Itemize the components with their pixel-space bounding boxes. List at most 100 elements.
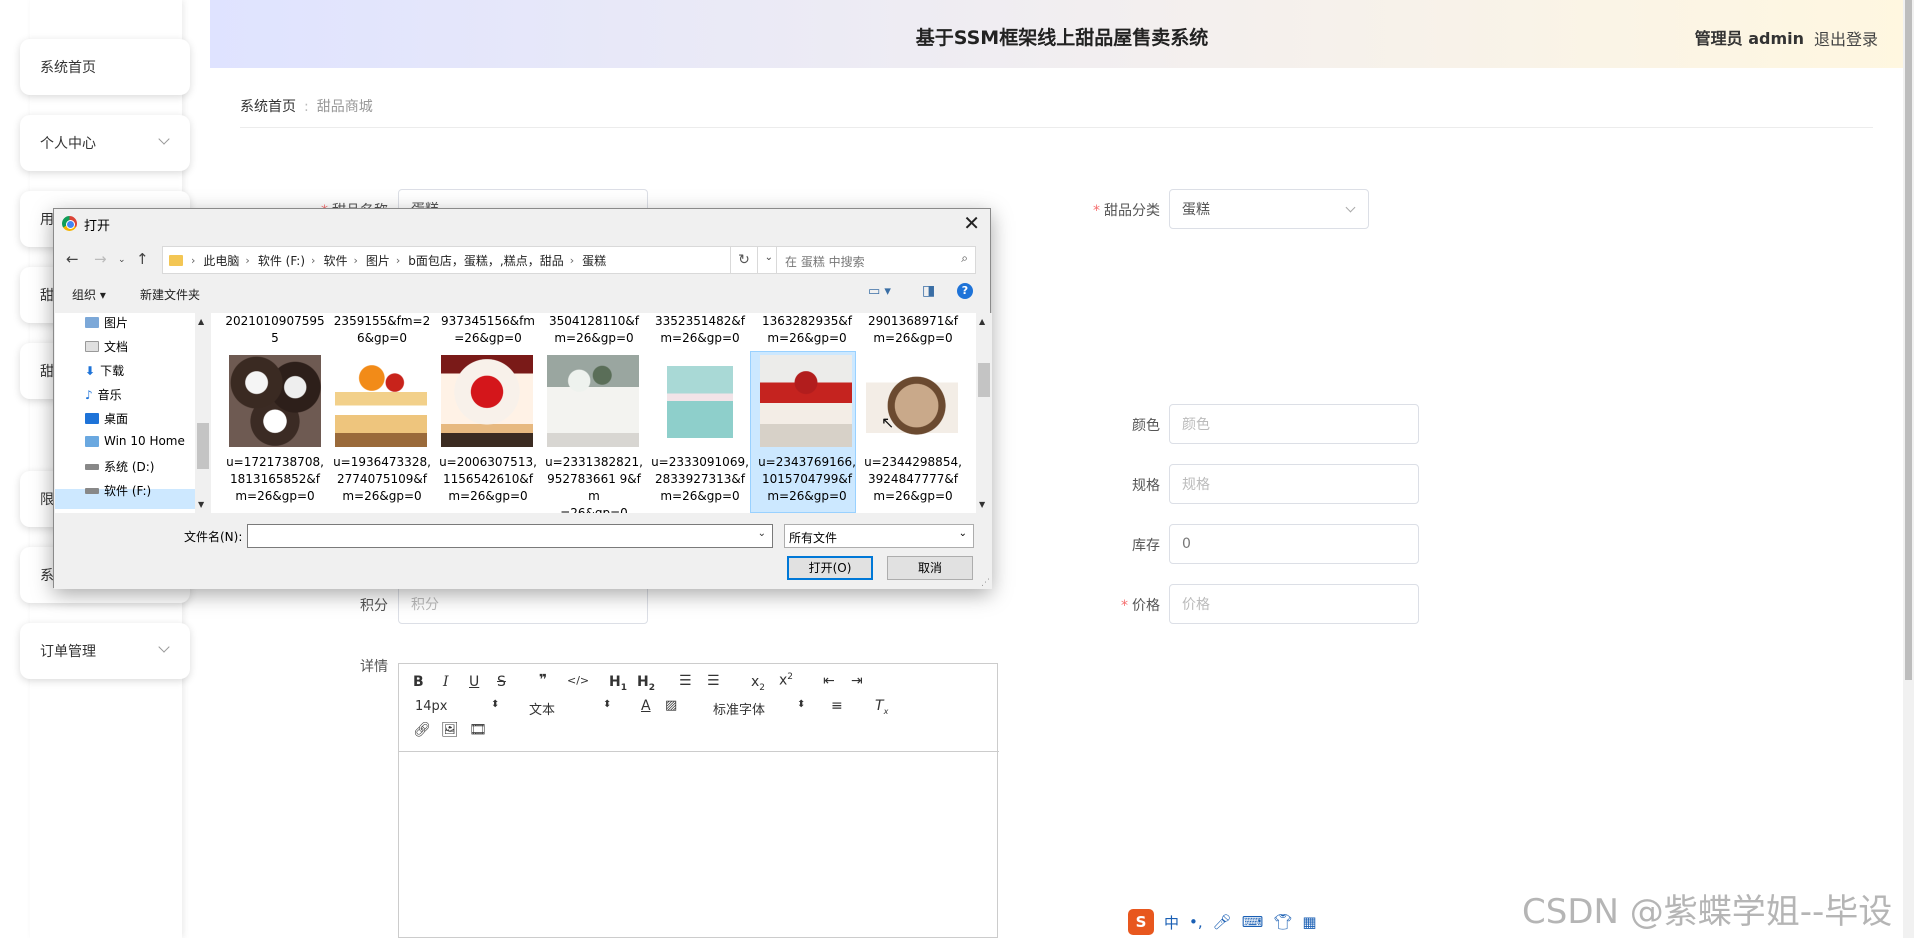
file-name[interactable]: u=2333091069, 2833927313&f m=26&gp=0: [648, 454, 752, 505]
image-icon[interactable]: 🖼︎: [441, 722, 459, 738]
rich-text-editor[interactable]: B I U S ❞ </> H1 H2 ☰ ☰ x2 x2 ⇤ ⇥ 14px ⬍…: [398, 663, 999, 938]
ordered-list-icon[interactable]: ☰: [679, 673, 692, 689]
file-name[interactable]: 3504128110&f m=26&gp=0: [542, 313, 646, 347]
font-family-select[interactable]: 标准字体: [713, 699, 765, 718]
back-icon[interactable]: ←: [66, 250, 79, 268]
outdent-icon[interactable]: ⇤: [823, 673, 835, 689]
tree-item-pictures[interactable]: 图片: [85, 314, 128, 331]
help-icon[interactable]: ?: [957, 283, 973, 299]
path-crumb[interactable]: 软件: [323, 252, 347, 269]
thumbnail-red-box-cake[interactable]: [760, 355, 852, 447]
file-name[interactable]: u=2006307513, 1156542610&f m=26&gp=0: [436, 454, 540, 505]
link-icon[interactable]: 🔗︎: [413, 722, 431, 738]
path-crumb[interactable]: b面包店，蛋糕，,糕点，甜品: [408, 252, 563, 269]
tree-item-documents[interactable]: 文档: [85, 338, 128, 355]
sidebar-item-orders[interactable]: 订单管理: [20, 623, 190, 679]
subscript-icon[interactable]: x2: [751, 674, 765, 693]
code-icon[interactable]: </>: [567, 674, 589, 687]
preview-pane-icon[interactable]: ◨: [922, 283, 935, 299]
ime-toolbar[interactable]: S 中 •, 🎤︎ ⌨ 👕︎ ▦: [1128, 908, 1317, 936]
up-icon[interactable]: ↑: [136, 250, 149, 268]
strike-icon[interactable]: S: [497, 674, 506, 690]
page-scrollbar[interactable]: [1903, 0, 1914, 938]
italic-icon[interactable]: I: [443, 674, 449, 690]
file-name[interactable]: u=1721738708, 1813165852&f m=26&gp=0: [223, 454, 327, 505]
ime-lang[interactable]: 中: [1164, 912, 1179, 933]
video-icon[interactable]: 🎞︎: [469, 722, 487, 738]
price-input[interactable]: 价格: [1169, 584, 1419, 624]
dialog-search-input[interactable]: 在 蛋糕 中搜索 ⌕: [776, 246, 976, 274]
thumbnail-pastel-tier-cake[interactable]: [654, 355, 746, 447]
thumbnail-fruit-sponge-cake[interactable]: [335, 355, 427, 447]
thumbnail-chestnut-roll[interactable]: [866, 355, 958, 447]
skin-icon[interactable]: 👕︎: [1273, 913, 1292, 931]
address-bar[interactable]: › 此电脑 › 软件 (F:) › 软件 › 图片 › b面包店，蛋糕，,糕点，甜品 › …: [162, 246, 782, 274]
thumbnail-white-flower-cake[interactable]: [547, 355, 639, 447]
forward-icon[interactable]: →: [94, 250, 107, 268]
file-name[interactable]: 937345156&fm =26&gp=0: [436, 313, 540, 347]
microphone-icon[interactable]: 🎤︎: [1213, 913, 1232, 931]
page-scrollbar-thumb[interactable]: [1905, 0, 1912, 680]
color-input[interactable]: 颜色: [1169, 404, 1419, 444]
cancel-button[interactable]: 取消: [887, 556, 973, 580]
file-name[interactable]: u=2343769166, 1015704799&f m=26&gp=0: [755, 454, 859, 505]
file-name[interactable]: 3352351482&f m=26&gp=0: [648, 313, 752, 347]
refresh-icon[interactable]: ↻: [730, 246, 758, 274]
category-select[interactable]: 蛋糕: [1169, 189, 1369, 229]
file-name[interactable]: 2901368971&f m=26&gp=0: [861, 313, 965, 347]
bold-icon[interactable]: B: [413, 674, 424, 690]
file-list-scrollbar[interactable]: ▲ ▼: [976, 313, 992, 513]
superscript-icon[interactable]: x2: [779, 672, 793, 689]
breadcrumb-home[interactable]: 系统首页: [240, 99, 296, 115]
sidebar-item-personal[interactable]: 个人中心: [20, 115, 190, 171]
open-button[interactable]: 打开(O): [787, 556, 873, 580]
font-size-select[interactable]: 14px: [415, 699, 448, 714]
bullet-list-icon[interactable]: ☰: [707, 673, 720, 689]
background-color-icon[interactable]: ▨: [665, 698, 677, 713]
h1-icon[interactable]: H1: [609, 674, 627, 693]
h2-icon[interactable]: H2: [637, 674, 655, 693]
file-name[interactable]: 2021010907595 5: [223, 313, 327, 347]
file-name[interactable]: 2359155&fm=2 6&gp=0: [330, 313, 434, 347]
path-crumb[interactable]: 软件 (F:): [258, 252, 305, 269]
logout-link[interactable]: 退出登录: [1814, 26, 1878, 50]
align-icon[interactable]: ≡: [831, 698, 843, 714]
file-name[interactable]: u=2331382821, 952783661 9&fm =26&gp=0: [542, 454, 646, 513]
resize-grip-icon[interactable]: ⋰: [981, 578, 990, 588]
tree-scrollbar[interactable]: ▲ ▼: [195, 313, 211, 513]
path-crumb[interactable]: 蛋糕: [582, 252, 606, 269]
close-icon[interactable]: ✕: [963, 211, 980, 235]
points-input[interactable]: 积分: [398, 584, 648, 624]
chevron-down-icon[interactable]: ⌄: [765, 252, 773, 263]
spec-input[interactable]: 规格: [1169, 464, 1419, 504]
stock-input[interactable]: 0: [1169, 524, 1419, 564]
indent-icon[interactable]: ⇥: [851, 673, 863, 689]
organize-menu[interactable]: 组织 ▾: [72, 286, 106, 303]
path-crumb[interactable]: 此电脑: [203, 252, 239, 269]
path-crumb[interactable]: 图片: [366, 252, 390, 269]
view-icon[interactable]: ▭ ▾: [868, 284, 891, 299]
tree-item-desktop[interactable]: 桌面: [85, 410, 128, 427]
punctuation-icon[interactable]: •,: [1189, 913, 1203, 931]
filetype-select[interactable]: 所有文件 ⌄: [784, 524, 974, 548]
keyboard-icon[interactable]: ⌨: [1242, 913, 1264, 931]
tree-item-drive-d[interactable]: 系统 (D:): [85, 458, 154, 475]
tree-item-downloads[interactable]: ⬇ 下载: [85, 362, 124, 379]
sogou-icon[interactable]: S: [1128, 909, 1154, 935]
tree-item-win10[interactable]: Win 10 Home: [85, 434, 185, 448]
file-name[interactable]: u=2344298854, 3924847777&f m=26&gp=0: [861, 454, 965, 505]
new-folder-button[interactable]: 新建文件夹: [140, 286, 200, 303]
filename-input[interactable]: ⌄: [247, 524, 773, 548]
quote-icon[interactable]: ❞: [539, 672, 547, 688]
file-name[interactable]: u=1936473328, 2774075109&f m=26&gp=0: [330, 454, 434, 505]
text-style-select[interactable]: 文本: [529, 699, 555, 718]
font-color-icon[interactable]: A: [641, 698, 651, 714]
file-name[interactable]: 1363282935&f m=26&gp=0: [755, 313, 859, 347]
tree-item-music[interactable]: ♪ 音乐: [85, 386, 122, 403]
toolbox-icon[interactable]: ▦: [1302, 913, 1316, 931]
sidebar-item-home[interactable]: 系统首页: [20, 39, 190, 95]
thumbnail-strawberry-cake[interactable]: [441, 355, 533, 447]
tree-item-drive-f[interactable]: 软件 (F:): [85, 482, 151, 499]
clear-format-icon[interactable]: Tx: [875, 698, 888, 716]
underline-icon[interactable]: U: [469, 674, 479, 690]
